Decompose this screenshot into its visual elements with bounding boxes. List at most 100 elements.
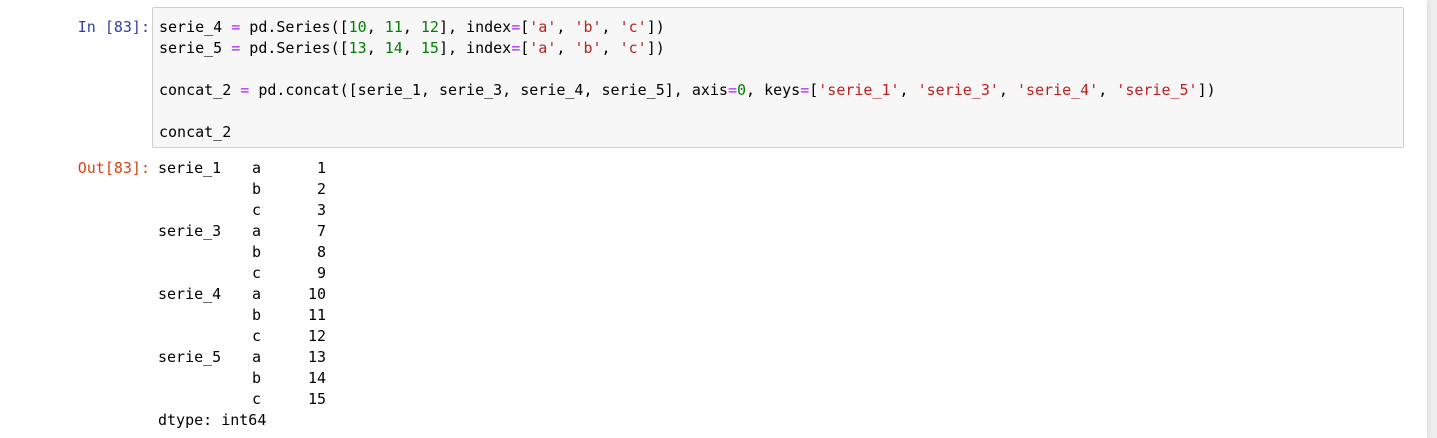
code-token: 'c' (619, 39, 647, 57)
code-token: pd.concat([serie_1, serie_3, serie_4, se… (249, 81, 728, 99)
output-value: 12 (307, 327, 326, 345)
code-token: 12 (420, 18, 439, 36)
code-token: 13 (348, 39, 367, 57)
code-token: ]) (646, 18, 665, 36)
code-token: = (231, 18, 241, 36)
code-token: 11 (384, 18, 403, 36)
code-token: ]) (646, 39, 665, 57)
code-token: = (240, 81, 250, 99)
output-value: 9 (316, 264, 326, 282)
code-token: serie_5 (159, 39, 232, 57)
code-token: , keys (746, 81, 801, 99)
output-value: 14 (307, 369, 326, 387)
code-line: concat_2 (159, 122, 1216, 143)
code-token: , (556, 39, 575, 57)
code-token: , (556, 18, 575, 36)
input-prompt: In [83]: (77, 18, 150, 36)
code-token: , (601, 39, 620, 57)
output-row: b 14 (158, 368, 326, 389)
code-token: , (899, 81, 918, 99)
code-token: , (366, 39, 385, 57)
code-line: serie_5 = pd.Series([13, 14, 15], index=… (159, 38, 1216, 59)
code-token: 'serie_1' (818, 81, 900, 99)
output-index: c (252, 327, 262, 345)
output-index: b (252, 180, 262, 198)
code-token: 'c' (619, 18, 647, 36)
output-value: 8 (316, 243, 326, 261)
output-row: serie_3 a 7 (158, 221, 326, 242)
output-prompt: Out[83]: (77, 159, 150, 177)
output-index: b (252, 243, 262, 261)
output-row: c 12 (158, 326, 326, 347)
code-token: concat_2 (159, 81, 241, 99)
output-index: a (252, 285, 262, 303)
output-row: c9 (158, 263, 326, 284)
output-row: serie_5 a 13 (158, 347, 326, 368)
code-token: ]) (1197, 81, 1216, 99)
code-token: 'a' (529, 39, 557, 57)
output-row: b8 (158, 242, 326, 263)
code-token: 'a' (529, 18, 557, 36)
code-token: 14 (384, 39, 403, 57)
code-token: ], index (438, 18, 512, 36)
code-token: pd.Series([ (240, 18, 349, 36)
code-token: [ (520, 39, 530, 57)
code-token: = (231, 39, 241, 57)
output-index: c (252, 390, 262, 408)
notebook-cell: In [83]: serie_4 = pd.Series([10, 11, 12… (0, 0, 1427, 438)
output-value: 10 (307, 285, 326, 303)
output-value: 2 (316, 180, 326, 198)
output-key: serie_4 (158, 285, 222, 303)
code-token: concat_2 (159, 123, 232, 141)
output-index: b (252, 306, 262, 324)
code-token: 'serie_3' (917, 81, 999, 99)
code-token: 'serie_4' (1016, 81, 1099, 99)
output-value: 11 (307, 306, 326, 324)
code-token: , (366, 18, 385, 36)
output-value: 7 (316, 222, 326, 240)
code-token: , (1098, 81, 1117, 99)
code-token: [ (520, 18, 530, 36)
output-value: 13 (307, 348, 326, 366)
code-token: 0 (736, 81, 747, 99)
code-token: serie_4 (159, 18, 232, 36)
output-index: c (252, 264, 262, 282)
code-line: concat_2 = pd.concat([serie_1, serie_3, … (159, 80, 1216, 101)
output-index: a (252, 348, 262, 366)
code-token: [ (809, 81, 819, 99)
output-area: serie_1 a 1 b 2 c 3 serie_3 a 7 b 8 c 9 serie_4 a 10 b 11 c… (158, 158, 326, 431)
output-row: serie_1 a 1 (158, 158, 326, 179)
code-token: 10 (348, 18, 367, 36)
code-token: = (800, 81, 810, 99)
code-token: , (402, 18, 421, 36)
output-index: b (252, 369, 262, 387)
code-token: ], index (438, 39, 512, 57)
output-index: c (252, 201, 262, 219)
code-token: 15 (420, 39, 439, 57)
code-token: = (511, 18, 521, 36)
output-row: serie_4 a 10 (158, 284, 326, 305)
code-token: , (998, 81, 1017, 99)
output-value: 3 (316, 201, 326, 219)
output-key: serie_3 (158, 222, 222, 240)
output-value: 1 (316, 159, 326, 177)
code-token: = (511, 39, 521, 57)
code-token: , (402, 39, 421, 57)
code-line: serie_4 = pd.Series([10, 11, 12], index=… (159, 17, 1216, 38)
code-token: 'b' (574, 18, 602, 36)
dtype-line: dtype: int64 (158, 411, 267, 429)
code-input-area[interactable]: serie_4 = pd.Series([10, 11, 12], index=… (152, 7, 1404, 148)
code-token: 'serie_5' (1116, 81, 1198, 99)
code-token: = (727, 81, 737, 99)
output-key: serie_5 (158, 348, 222, 366)
output-row: b 11 (158, 305, 326, 326)
output-index: a (252, 159, 262, 177)
code-token: , (601, 18, 620, 36)
output-value: 15 (307, 390, 326, 408)
output-row: c 15 (158, 389, 326, 410)
output-index: a (252, 222, 262, 240)
output-row: b2 (158, 179, 326, 200)
code-editor[interactable]: serie_4 = pd.Series([10, 11, 12], index=… (159, 17, 1216, 143)
